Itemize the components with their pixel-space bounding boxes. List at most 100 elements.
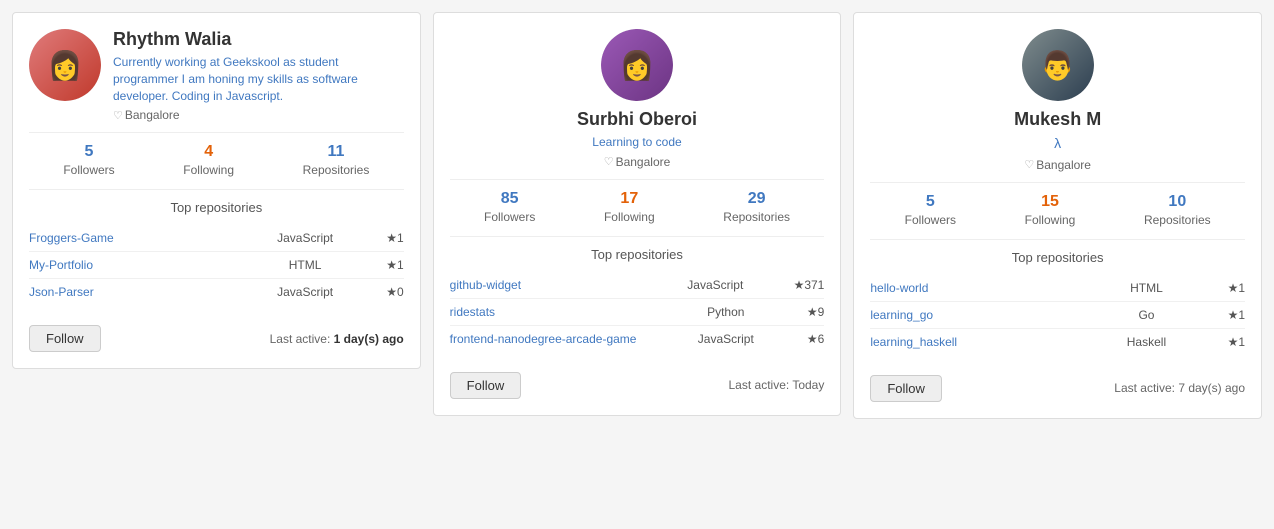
location-icon: ♡: [604, 155, 614, 168]
repo-link[interactable]: Froggers-Game: [29, 231, 224, 245]
mukesh-name: Mukesh M: [1014, 109, 1101, 130]
repo-link[interactable]: learning_haskell: [870, 335, 1065, 349]
mukesh-last-active: Last active: 7 day(s) ago: [1114, 381, 1245, 395]
rhythm-followers-count: 5: [63, 143, 114, 161]
mukesh-subtitle: λ: [1014, 134, 1101, 154]
surbhi-last-active: Last active: Today: [729, 378, 825, 392]
rhythm-info: Rhythm Walia Currently working at Geeksk…: [113, 29, 404, 122]
rhythm-header: 👩 Rhythm Walia Currently working at Geek…: [29, 29, 404, 122]
surbhi-following-label: Following: [604, 210, 655, 224]
rhythm-footer: Follow Last active: 1 day(s) ago: [29, 317, 404, 352]
surbhi-header: 👩 Surbhi Oberoi Learning to code ♡ Banga…: [450, 29, 825, 169]
surbhi-footer: Follow Last active: Today: [450, 364, 825, 399]
repo-lang: JavaScript: [232, 231, 378, 245]
surbhi-stats: 85 Followers 17 Following 29 Repositorie…: [450, 179, 825, 237]
rhythm-location: ♡ Bangalore: [113, 108, 404, 122]
rhythm-avatar: 👩: [29, 29, 101, 101]
mukesh-followers-label: Followers: [905, 213, 956, 227]
mukesh-following-stat: 15 Following: [1025, 193, 1076, 229]
location-icon: ♡: [113, 109, 123, 122]
rhythm-repos-title: Top repositories: [29, 200, 404, 215]
repo-lang: Go: [1073, 308, 1219, 322]
repo-link[interactable]: frontend-nanodegree-arcade-game: [450, 332, 645, 346]
surbhi-repos-count: 29: [723, 190, 790, 208]
rhythm-repos-count: 11: [303, 143, 370, 161]
repo-stars: ★6: [807, 332, 824, 346]
mukesh-repos-label: Repositories: [1144, 213, 1211, 227]
repo-row: hello-world HTML ★1: [870, 275, 1245, 302]
mukesh-location: ♡ Bangalore: [1014, 158, 1101, 172]
rhythm-stats: 5 Followers 4 Following 11 Repositories: [29, 132, 404, 190]
mukesh-repos-count: 10: [1144, 193, 1211, 211]
repo-row: My-Portfolio HTML ★1: [29, 252, 404, 279]
mukesh-following-label: Following: [1025, 213, 1076, 227]
repo-link[interactable]: My-Portfolio: [29, 258, 224, 272]
repo-lang: Python: [653, 305, 799, 319]
repo-link[interactable]: Json-Parser: [29, 285, 224, 299]
mukesh-avatar: 👨: [1022, 29, 1094, 101]
mukesh-info: Mukesh M λ ♡ Bangalore: [1014, 109, 1101, 172]
repo-link[interactable]: hello-world: [870, 281, 1065, 295]
surbhi-followers-stat: 85 Followers: [484, 190, 535, 226]
rhythm-followers-stat: 5 Followers: [63, 143, 114, 179]
surbhi-card: 👩 Surbhi Oberoi Learning to code ♡ Banga…: [433, 12, 842, 416]
surbhi-repos-title: Top repositories: [450, 247, 825, 262]
mukesh-followers-count: 5: [905, 193, 956, 211]
repo-lang: JavaScript: [653, 332, 799, 346]
repo-row: learning_haskell Haskell ★1: [870, 329, 1245, 355]
rhythm-following-label: Following: [183, 163, 234, 177]
surbhi-repos: Top repositories github-widget JavaScrip…: [450, 247, 825, 352]
surbhi-location: ♡ Bangalore: [577, 155, 697, 169]
surbhi-name: Surbhi Oberoi: [577, 109, 697, 130]
repo-link[interactable]: ridestats: [450, 305, 645, 319]
repo-stars: ★9: [807, 305, 824, 319]
mukesh-repos-title: Top repositories: [870, 250, 1245, 265]
rhythm-followers-label: Followers: [63, 163, 114, 177]
repo-row: Froggers-Game JavaScript ★1: [29, 225, 404, 252]
repo-row: learning_go Go ★1: [870, 302, 1245, 329]
rhythm-bio: Currently working at Geekskool as studen…: [113, 54, 404, 104]
mukesh-footer: Follow Last active: 7 day(s) ago: [870, 367, 1245, 402]
surbhi-repos-stat: 29 Repositories: [723, 190, 790, 226]
surbhi-repos-label: Repositories: [723, 210, 790, 224]
surbhi-followers-count: 85: [484, 190, 535, 208]
repo-lang: HTML: [1073, 281, 1219, 295]
location-icon: ♡: [1024, 158, 1034, 171]
surbhi-following-count: 17: [604, 190, 655, 208]
surbhi-followers-label: Followers: [484, 210, 535, 224]
repo-stars: ★1: [386, 231, 403, 245]
rhythm-following-count: 4: [183, 143, 234, 161]
repo-row: frontend-nanodegree-arcade-game JavaScri…: [450, 326, 825, 352]
repo-stars: ★1: [1228, 308, 1245, 322]
rhythm-name: Rhythm Walia: [113, 29, 404, 50]
rhythm-repos: Top repositories Froggers-Game JavaScrip…: [29, 200, 404, 305]
rhythm-card: 👩 Rhythm Walia Currently working at Geek…: [12, 12, 421, 369]
mukesh-repos: Top repositories hello-world HTML ★1 lea…: [870, 250, 1245, 355]
mukesh-card: 👨 Mukesh M λ ♡ Bangalore 5 Followers 15 …: [853, 12, 1262, 419]
repo-lang: Haskell: [1073, 335, 1219, 349]
repo-stars: ★0: [386, 285, 403, 299]
repo-row: Json-Parser JavaScript ★0: [29, 279, 404, 305]
rhythm-repos-label: Repositories: [303, 163, 370, 177]
repo-lang: JavaScript: [645, 278, 786, 292]
mukesh-stats: 5 Followers 15 Following 10 Repositories: [870, 182, 1245, 240]
rhythm-follow-button[interactable]: Follow: [29, 325, 101, 352]
repo-link[interactable]: learning_go: [870, 308, 1065, 322]
repo-lang: JavaScript: [232, 285, 378, 299]
repo-link[interactable]: github-widget: [450, 278, 637, 292]
mukesh-header: 👨 Mukesh M λ ♡ Bangalore: [870, 29, 1245, 172]
surbhi-following-stat: 17 Following: [604, 190, 655, 226]
repo-stars: ★1: [1228, 281, 1245, 295]
mukesh-repos-stat: 10 Repositories: [1144, 193, 1211, 229]
repo-row: ridestats Python ★9: [450, 299, 825, 326]
repo-lang: HTML: [232, 258, 378, 272]
surbhi-info: Surbhi Oberoi Learning to code ♡ Bangalo…: [577, 109, 697, 169]
repo-stars: ★1: [386, 258, 403, 272]
rhythm-following-stat: 4 Following: [183, 143, 234, 179]
rhythm-last-active: Last active: 1 day(s) ago: [270, 332, 404, 346]
rhythm-repos-stat: 11 Repositories: [303, 143, 370, 179]
repo-row: github-widget JavaScript ★371: [450, 272, 825, 299]
repo-stars: ★1: [1228, 335, 1245, 349]
surbhi-follow-button[interactable]: Follow: [450, 372, 522, 399]
mukesh-follow-button[interactable]: Follow: [870, 375, 942, 402]
